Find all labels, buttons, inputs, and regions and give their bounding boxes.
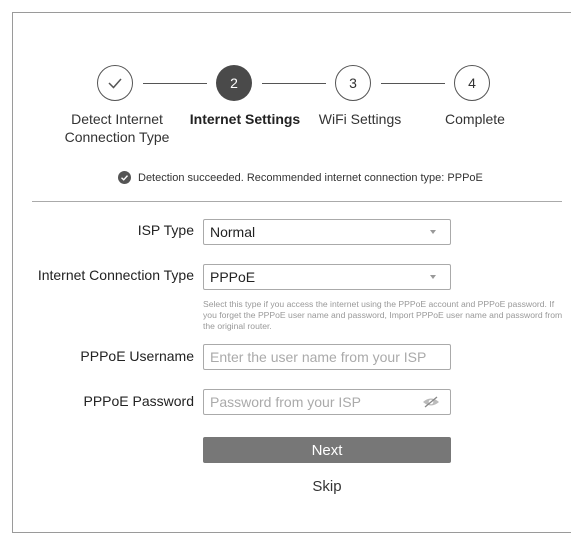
next-button[interactable]: Next	[203, 437, 451, 463]
step-number: 4	[468, 75, 476, 91]
chevron-down-icon	[430, 275, 436, 279]
username-label: PPPoE Username	[80, 348, 194, 364]
password-input[interactable]: Password from your ISP	[203, 389, 451, 415]
step-number: 3	[349, 75, 357, 91]
username-placeholder: Enter the user name from your ISP	[210, 349, 427, 365]
step-label-line: Connection Type	[64, 129, 170, 145]
step-number: 2	[230, 75, 238, 91]
connection-type-label: Internet Connection Type	[37, 267, 194, 283]
isp-type-value: Normal	[210, 224, 256, 240]
chevron-down-icon	[430, 230, 436, 234]
step-4-label: Complete	[445, 111, 505, 127]
step-3-label: WiFi Settings	[318, 111, 402, 127]
step-connector	[143, 83, 207, 84]
isp-type-select[interactable]: Normal	[203, 219, 451, 245]
eye-hidden-icon[interactable]	[422, 396, 440, 408]
step-3: 3	[335, 65, 371, 101]
connection-type-help: Select this type if you access the inter…	[203, 299, 563, 331]
username-input[interactable]: Enter the user name from your ISP	[203, 344, 451, 370]
detection-status: Detection succeeded. Recommended interne…	[118, 171, 483, 184]
checkmark-icon	[108, 78, 122, 89]
step-connector	[381, 83, 445, 84]
isp-type-label: ISP Type	[137, 222, 194, 238]
password-placeholder: Password from your ISP	[210, 394, 361, 410]
skip-link[interactable]: Skip	[203, 478, 451, 495]
detection-message: Detection succeeded. Recommended interne…	[138, 171, 483, 184]
step-1-label: Detect Internet Connection Type	[62, 110, 172, 146]
step-2-active: 2	[216, 65, 252, 101]
connection-type-value: PPPoE	[210, 269, 256, 285]
step-1-complete	[97, 65, 133, 101]
step-2-label: Internet Settings	[189, 111, 301, 127]
connection-type-select[interactable]: PPPoE	[203, 264, 451, 290]
step-connector	[262, 83, 326, 84]
step-label-line: Detect Internet	[71, 111, 163, 127]
divider	[32, 201, 562, 202]
step-4: 4	[454, 65, 490, 101]
check-circle-icon	[118, 171, 131, 184]
password-label: PPPoE Password	[83, 393, 195, 409]
